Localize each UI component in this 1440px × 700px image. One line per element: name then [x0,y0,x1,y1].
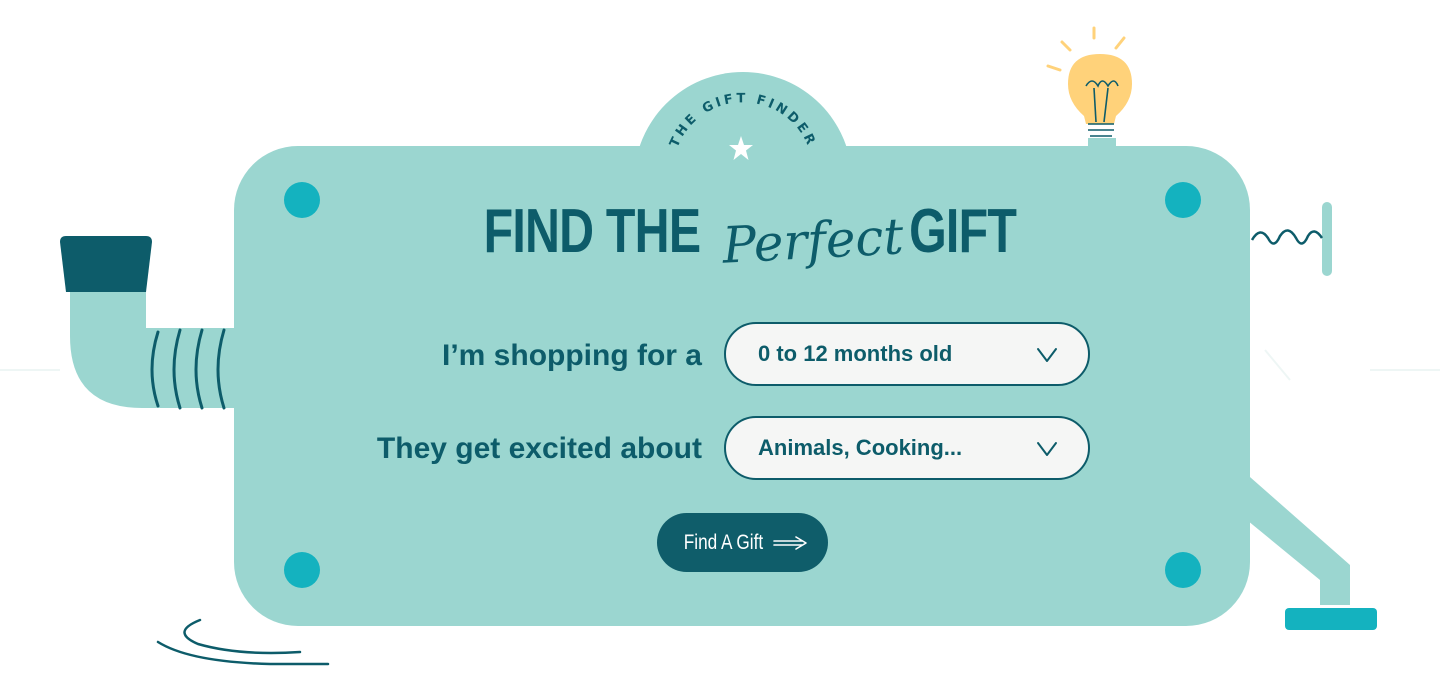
title-script-word: Perfect [720,207,905,275]
badge-title: THE GIFT FINDER [634,72,852,182]
recipient-age-select[interactable]: 0 to 12 months old [724,322,1090,386]
motion-lines [156,618,330,666]
find-gift-button[interactable]: Find A Gift [657,513,828,572]
gift-finder-machine: THE GIFT FINDER FIND THE Perfect GIFT I’… [0,0,1440,700]
recipient-age-value: 0 to 12 months old [758,341,953,366]
page-title: FIND THE Perfect GIFT [234,196,1250,275]
title-part-2: GIFT [909,197,1017,266]
interests-select[interactable]: Animals, Cooking... [724,416,1090,480]
crank-decoration [1242,202,1377,630]
chevron-down-icon [1037,348,1057,362]
interests-value: Animals, Cooking... [758,435,963,460]
star-icon [729,136,753,160]
recipient-label: I’m shopping for a [442,339,702,372]
lightbulb-icon [1046,26,1132,154]
find-gift-button-label: Find A Gift [683,530,764,554]
chevron-down-icon [1037,442,1057,456]
title-part-1: FIND THE [483,197,701,266]
interests-label: They get excited about [376,432,702,465]
funnel-pipe [60,236,250,410]
rivet [284,552,320,588]
arrow-right-icon [773,535,807,550]
rivet [1165,552,1201,588]
